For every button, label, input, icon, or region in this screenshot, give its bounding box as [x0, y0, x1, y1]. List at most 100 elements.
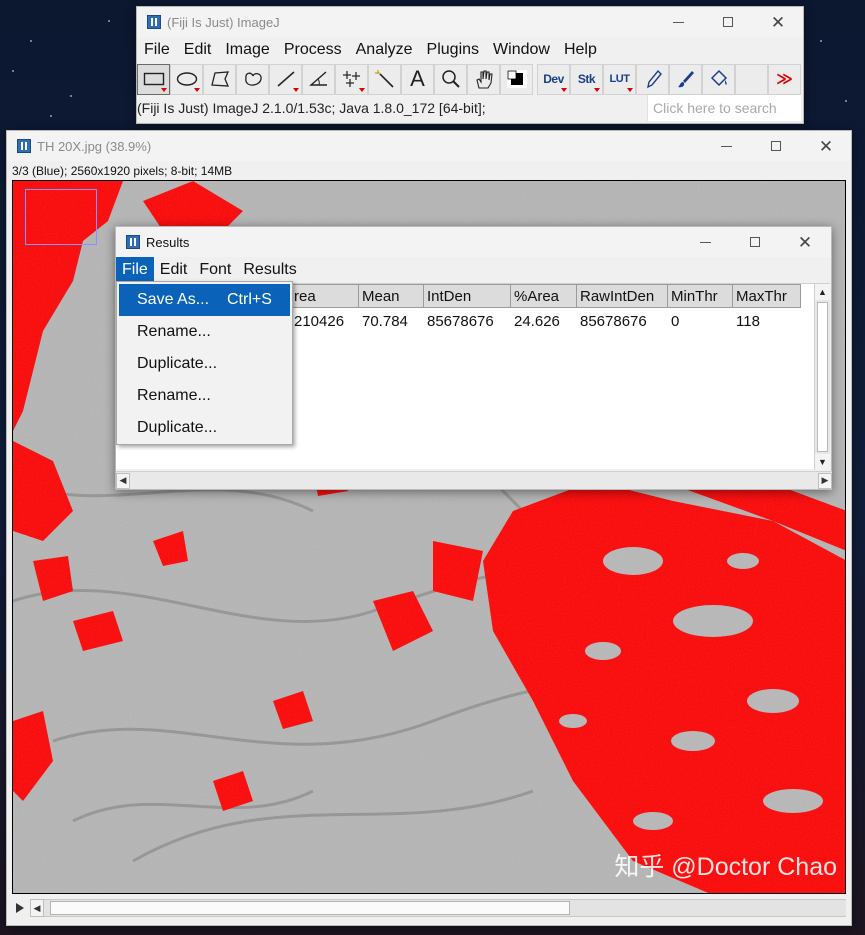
arrow-left-icon: ◀	[119, 475, 127, 485]
save-as-shortcut: Ctrl+S	[227, 291, 272, 308]
results-menu-file[interactable]: File	[116, 257, 154, 283]
menu-item-duplicate[interactable]: Duplicate...	[117, 348, 292, 380]
menu-file[interactable]: File	[137, 41, 177, 59]
menu-item-save-as[interactable]: Save As... Ctrl+S	[119, 284, 290, 316]
flood-fill-tool[interactable]	[702, 63, 735, 95]
results-scroll-track[interactable]	[130, 472, 818, 489]
maximize-button[interactable]	[705, 7, 751, 37]
scroll-track[interactable]	[44, 899, 846, 917]
lut-menu-tool[interactable]: LUT	[603, 63, 636, 95]
menu-item-duplicate-2[interactable]: Duplicate...	[117, 412, 292, 444]
scroll-left-button[interactable]: ◀	[30, 899, 44, 917]
scroll-down-button[interactable]: ▼	[815, 454, 830, 470]
dev-menu-tool[interactable]: Dev	[537, 63, 570, 95]
image-info-line: 3/3 (Blue); 2560x1920 pixels; 8-bit; 14M…	[12, 164, 233, 178]
table-header: rea Mean IntDen %Area RawIntDen MinThr M…	[291, 284, 801, 308]
menu-plugins[interactable]: Plugins	[420, 41, 486, 59]
play-icon[interactable]	[16, 903, 24, 913]
selection-roi[interactable]	[25, 189, 97, 245]
cell-maxthr: 118	[736, 312, 760, 330]
image-stack-scrollbar[interactable]: ◀	[12, 897, 846, 919]
point-tool[interactable]	[335, 63, 368, 95]
menu-analyze[interactable]: Analyze	[349, 41, 420, 59]
results-vertical-scrollbar[interactable]: ▲ ▼	[814, 284, 830, 470]
results-maximize-button[interactable]	[732, 227, 778, 257]
pencil-tool[interactable]	[636, 63, 669, 95]
multipoint-icon	[342, 71, 360, 87]
imagej-titlebar[interactable]: (Fiji Is Just) ImageJ ✕	[137, 7, 803, 37]
angle-tool[interactable]	[302, 63, 335, 95]
menu-window[interactable]: Window	[486, 41, 557, 59]
results-scroll-left-button[interactable]: ◀	[116, 472, 130, 489]
polygon-icon	[210, 71, 229, 87]
scroll-up-button[interactable]: ▲	[815, 284, 830, 300]
wand-icon	[374, 70, 394, 88]
text-tool[interactable]: A	[401, 63, 434, 95]
image-app-icon	[17, 139, 31, 153]
image-close-button[interactable]: ✕	[803, 131, 849, 161]
menu-edit[interactable]: Edit	[177, 41, 219, 59]
image-titlebar[interactable]: TH 20X.jpg (38.9%) ✕	[7, 131, 851, 161]
search-input[interactable]: Click here to search	[647, 95, 801, 121]
col-area[interactable]: rea	[291, 284, 359, 308]
angle-icon	[308, 71, 327, 86]
color-picker-icon	[506, 70, 527, 88]
brush-tool[interactable]	[669, 63, 702, 95]
freehand-tool[interactable]	[236, 63, 269, 95]
menu-process[interactable]: Process	[277, 41, 349, 59]
image-title: TH 20X.jpg (38.9%)	[37, 138, 152, 154]
results-minimize-button[interactable]	[682, 227, 728, 257]
col-maxthr[interactable]: MaxThr	[733, 284, 801, 308]
watermark: 知乎 @Doctor Chao	[614, 853, 837, 881]
results-titlebar[interactable]: Results ✕	[116, 227, 831, 257]
close-button[interactable]: ✕	[755, 7, 801, 37]
results-scroll-right-button[interactable]: ▶	[818, 472, 832, 489]
close-icon: ✕	[770, 12, 786, 32]
zoom-tool[interactable]	[434, 63, 467, 95]
line-icon	[277, 71, 294, 87]
text-icon: A	[410, 66, 425, 91]
menu-item-rename-2[interactable]: Rename...	[117, 380, 292, 412]
magnifier-icon	[441, 70, 460, 88]
image-maximize-button[interactable]	[753, 131, 799, 161]
menu-item-rename[interactable]: Rename...	[117, 316, 292, 348]
menu-help[interactable]: Help	[557, 41, 604, 59]
col-mean[interactable]: Mean	[359, 284, 424, 308]
cell-rawintden: 85678676	[580, 312, 647, 330]
table-row[interactable]: 210426 70.784 85678676 24.626 85678676 0…	[291, 310, 801, 332]
stk-menu-tool[interactable]: Stk	[570, 63, 603, 95]
minimize-icon	[720, 145, 732, 147]
results-close-button[interactable]: ✕	[782, 227, 828, 257]
duplicate-label: Duplicate...	[137, 355, 218, 372]
col-minthr[interactable]: MinThr	[668, 284, 733, 308]
results-horizontal-scrollbar[interactable]: ◀ ▶	[116, 471, 832, 489]
col-percent-area[interactable]: %Area	[511, 284, 577, 308]
rectangle-tool[interactable]	[137, 63, 170, 95]
maximize-icon	[750, 237, 760, 247]
oval-tool[interactable]	[170, 63, 203, 95]
image-minimize-button[interactable]	[703, 131, 749, 161]
wand-tool[interactable]	[368, 63, 401, 95]
vertical-scroll-thumb[interactable]	[817, 302, 828, 452]
hand-tool[interactable]	[467, 63, 500, 95]
scroll-thumb[interactable]	[50, 901, 570, 915]
results-menu-edit[interactable]: Edit	[154, 257, 194, 283]
results-menu-results[interactable]: Results	[237, 257, 302, 283]
imagej-title: (Fiji Is Just) ImageJ	[167, 14, 280, 30]
minimize-button[interactable]	[655, 7, 701, 37]
col-rawintden[interactable]: RawIntDen	[577, 284, 668, 308]
empty-tool-slot[interactable]	[735, 63, 768, 95]
results-menu-font[interactable]: Font	[193, 257, 237, 283]
menu-image[interactable]: Image	[218, 41, 276, 59]
imagej-toolbar: A Dev Stk LUT ≫	[137, 63, 803, 95]
cell-intden: 85678676	[427, 312, 494, 330]
maximize-icon	[723, 17, 733, 27]
line-tool[interactable]	[269, 63, 302, 95]
imagej-main-window: (Fiji Is Just) ImageJ ✕ File Edit Image …	[136, 6, 804, 124]
col-intden[interactable]: IntDen	[424, 284, 511, 308]
more-tools-button[interactable]: ≫	[768, 63, 801, 95]
color-picker-tool[interactable]	[500, 63, 533, 95]
file-dropdown-menu: Save As... Ctrl+S Rename... Duplicate...…	[116, 281, 293, 445]
polygon-tool[interactable]	[203, 63, 236, 95]
pencil-icon	[646, 69, 662, 89]
